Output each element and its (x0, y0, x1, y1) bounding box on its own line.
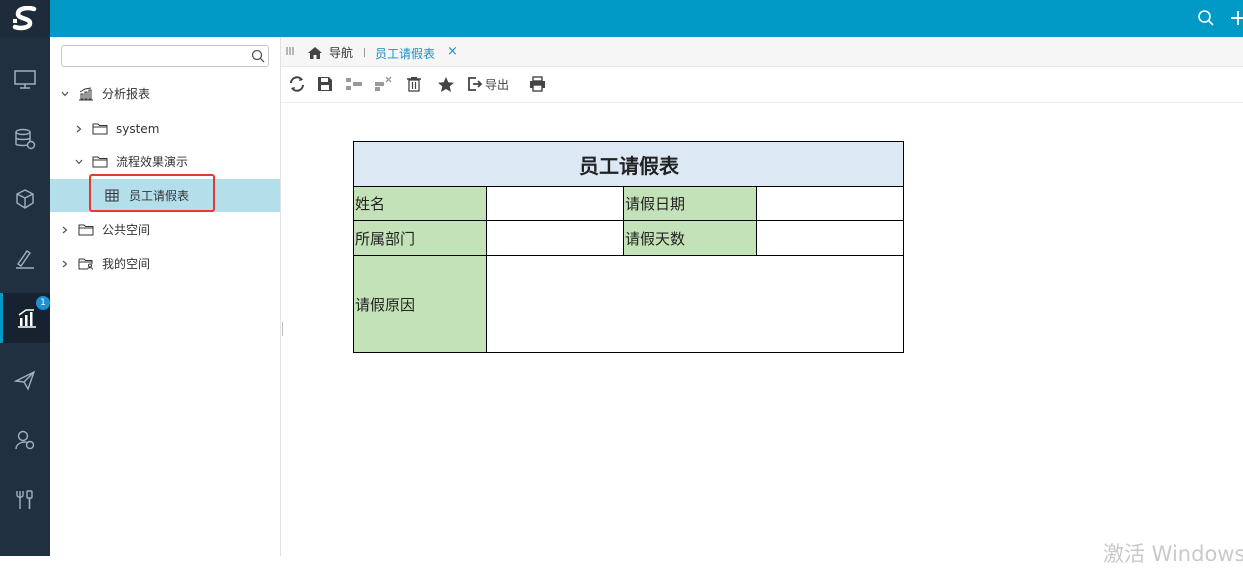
tree-node-my-space[interactable]: 我的空间 (58, 247, 278, 280)
bar-chart-icon (17, 309, 36, 328)
rail-item-users[interactable] (0, 415, 50, 465)
trash-icon (407, 77, 421, 92)
notification-badge: 1 (36, 296, 50, 310)
export-button[interactable]: 导出 (467, 75, 509, 93)
leave-report-form: 员工请假表 姓名 请假日期 所属部门 请假天数 请假原因 (353, 141, 904, 353)
rail-item-publish[interactable] (0, 355, 50, 405)
delete-row-button[interactable] (374, 75, 392, 93)
tree-node-label: system (116, 121, 160, 136)
leave-date-input-cell[interactable] (757, 187, 903, 221)
rail-item-data[interactable] (0, 114, 50, 164)
tab-navigation[interactable]: 导航 (307, 44, 353, 61)
resource-tree-panel: 分析报表 system 流程效果演示 员工请假表 公共空间 我的空间 (50, 37, 281, 556)
tab-navigation-label: 导航 (329, 46, 354, 60)
name-input-cell[interactable] (487, 187, 624, 221)
folder-icon (92, 155, 108, 169)
favorite-button[interactable] (437, 75, 455, 93)
tree-node-label: 分析报表 (102, 87, 151, 101)
rail-item-resources[interactable] (0, 174, 50, 224)
tree-node-label: 我的空间 (102, 257, 151, 271)
reason-input-cell[interactable] (487, 256, 903, 352)
tab-close-icon[interactable]: × (447, 44, 458, 59)
add-icon[interactable] (1229, 7, 1243, 29)
reason-label: 请假原因 (354, 256, 487, 352)
folder-icon (92, 122, 108, 136)
windows-activation-watermark: 激活 Windows (1103, 542, 1243, 566)
rail-item-design[interactable] (0, 234, 50, 284)
highlight-annotation-box (89, 174, 215, 212)
insert-row-button[interactable] (345, 75, 363, 93)
top-bar (0, 0, 1243, 37)
report-toolbar: 导出 (281, 67, 1243, 103)
tab-separator (364, 48, 365, 57)
monitor-icon (14, 70, 36, 89)
app-logo[interactable] (0, 0, 50, 37)
cube-icon (16, 189, 34, 209)
chevron-down-icon[interactable] (58, 87, 72, 101)
tree-node-label: 流程效果演示 (116, 155, 189, 169)
draw-icon (16, 250, 34, 269)
chevron-down-icon[interactable] (72, 155, 86, 169)
search-icon[interactable] (251, 49, 265, 63)
leave-date-label: 请假日期 (624, 187, 757, 221)
refresh-icon (290, 76, 304, 92)
printer-icon (530, 76, 545, 92)
menu-toggle-icon[interactable] (285, 46, 295, 56)
export-icon (468, 77, 483, 91)
tree-search-input[interactable] (62, 46, 247, 66)
user-settings-icon (15, 430, 35, 450)
tree-node-analysis-reports[interactable]: 分析报表 (58, 77, 278, 110)
rail-item-tools[interactable] (0, 475, 50, 525)
save-button[interactable] (317, 75, 333, 93)
logo-icon (12, 5, 37, 30)
tab-bar: 导航 员工请假表 × (281, 37, 1243, 67)
leave-days-label: 请假天数 (624, 221, 757, 256)
save-icon (318, 77, 332, 91)
bar-chart-icon (78, 87, 94, 101)
tree-node-system[interactable]: system (72, 112, 272, 145)
tree-node-public-space[interactable]: 公共空间 (58, 213, 278, 246)
chevron-right-icon[interactable] (58, 223, 72, 237)
database-settings-icon (15, 128, 36, 150)
print-button[interactable] (529, 75, 546, 93)
export-label: 导出 (485, 77, 510, 92)
rail-item-analysis[interactable]: 1 (0, 293, 50, 343)
leave-days-input-cell[interactable] (757, 221, 903, 256)
paper-plane-icon (14, 370, 36, 391)
tree-search-box (61, 45, 269, 67)
department-label: 所属部门 (354, 221, 487, 256)
left-rail: 1 (0, 37, 50, 556)
chevron-right-icon[interactable] (72, 122, 86, 136)
report-title: 员工请假表 (354, 142, 903, 187)
refresh-button[interactable] (289, 75, 305, 93)
delete-button[interactable] (406, 75, 422, 93)
panel-splitter-handle[interactable] (282, 322, 284, 336)
tools-icon (16, 490, 33, 509)
chevron-right-icon[interactable] (58, 257, 72, 271)
department-input-cell[interactable] (487, 221, 624, 256)
home-icon (308, 46, 322, 59)
user-folder-icon (78, 257, 94, 271)
rail-item-desktop[interactable] (0, 55, 50, 105)
star-icon (438, 76, 454, 92)
tab-employee-leave-form[interactable]: 员工请假表 (375, 45, 435, 62)
insert-row-icon (346, 78, 362, 90)
delete-row-icon (375, 76, 392, 91)
folder-icon (78, 223, 94, 237)
tree-node-label: 公共空间 (102, 223, 151, 237)
name-label: 姓名 (354, 187, 487, 221)
search-icon[interactable] (1197, 9, 1215, 27)
